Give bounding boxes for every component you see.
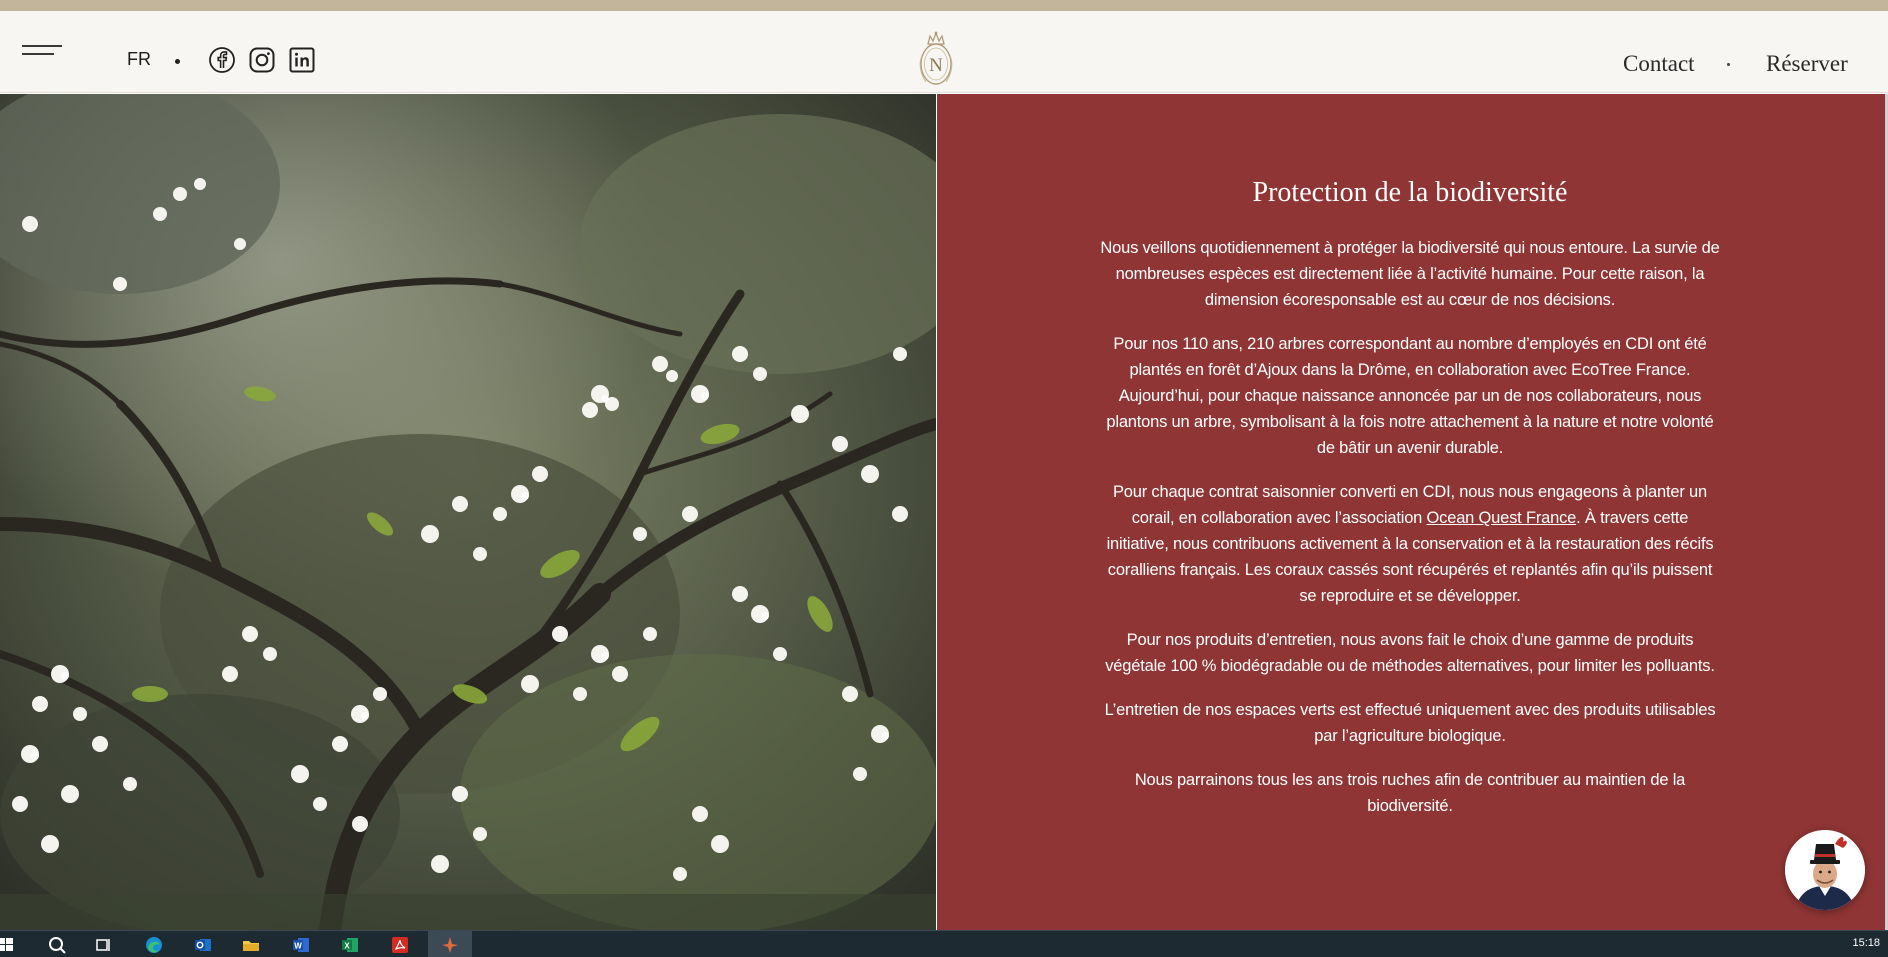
facebook-icon[interactable] (208, 46, 236, 74)
edge-icon[interactable] (144, 935, 164, 955)
outlook-icon[interactable] (193, 935, 213, 955)
contact-link[interactable]: Contact (1623, 51, 1695, 77)
paragraph-beehives: Nous parrainons tous les ans trois ruche… (1134, 771, 1686, 815)
separator-dot (175, 59, 180, 64)
active-app-icon[interactable] (440, 935, 460, 955)
biodiversity-content: Protection de la biodiversité Nous veill… (1100, 175, 1720, 837)
logo-letter: N (929, 55, 943, 76)
reserve-link[interactable]: Réserver (1766, 51, 1848, 77)
excel-icon[interactable]: X (340, 935, 360, 955)
word-icon[interactable]: W (291, 935, 311, 955)
svg-text:W: W (294, 942, 302, 951)
linkedin-icon[interactable] (288, 46, 316, 74)
menu-hamburger-icon[interactable] (22, 39, 64, 63)
language-switcher[interactable]: FR (127, 49, 151, 70)
instagram-icon[interactable] (248, 46, 276, 74)
paragraph-cleaning-products: Pour nos produits d’entretien, nous avon… (1105, 631, 1715, 675)
svg-text:X: X (344, 942, 350, 951)
search-icon[interactable] (47, 935, 67, 955)
paragraph-trees-planted: Pour nos 110 ans, 210 arbres corresponda… (1106, 335, 1714, 457)
section-title: Protection de la biodiversité (1252, 177, 1568, 208)
task-view-icon[interactable] (94, 935, 114, 955)
ocean-quest-link[interactable]: Ocean Quest France (1427, 509, 1577, 527)
windows-taskbar: W X 15:18 (0, 930, 1888, 957)
paragraph-green-spaces: L’entretien de nos espaces verts est eff… (1104, 701, 1716, 745)
site-header: FR N Contact Réserver (0, 11, 1888, 93)
acrobat-icon[interactable] (390, 935, 410, 955)
file-explorer-icon[interactable] (241, 935, 261, 955)
blossom-tree-photo (0, 94, 936, 930)
chatbot-avatar-button[interactable] (1785, 830, 1865, 910)
paragraph-coral-planting: Pour chaque contrat saisonnier converti … (1100, 479, 1720, 609)
taskbar-clock: 15:18 (1852, 937, 1880, 949)
windows-start-icon[interactable] (0, 935, 16, 955)
hotel-crest-logo[interactable]: N (917, 30, 955, 88)
nav-separator-dot (1727, 63, 1730, 66)
top-accent-band (0, 0, 1888, 11)
paragraph-daily-protection: Nous veillons quotidiennement à protéger… (1100, 239, 1720, 309)
